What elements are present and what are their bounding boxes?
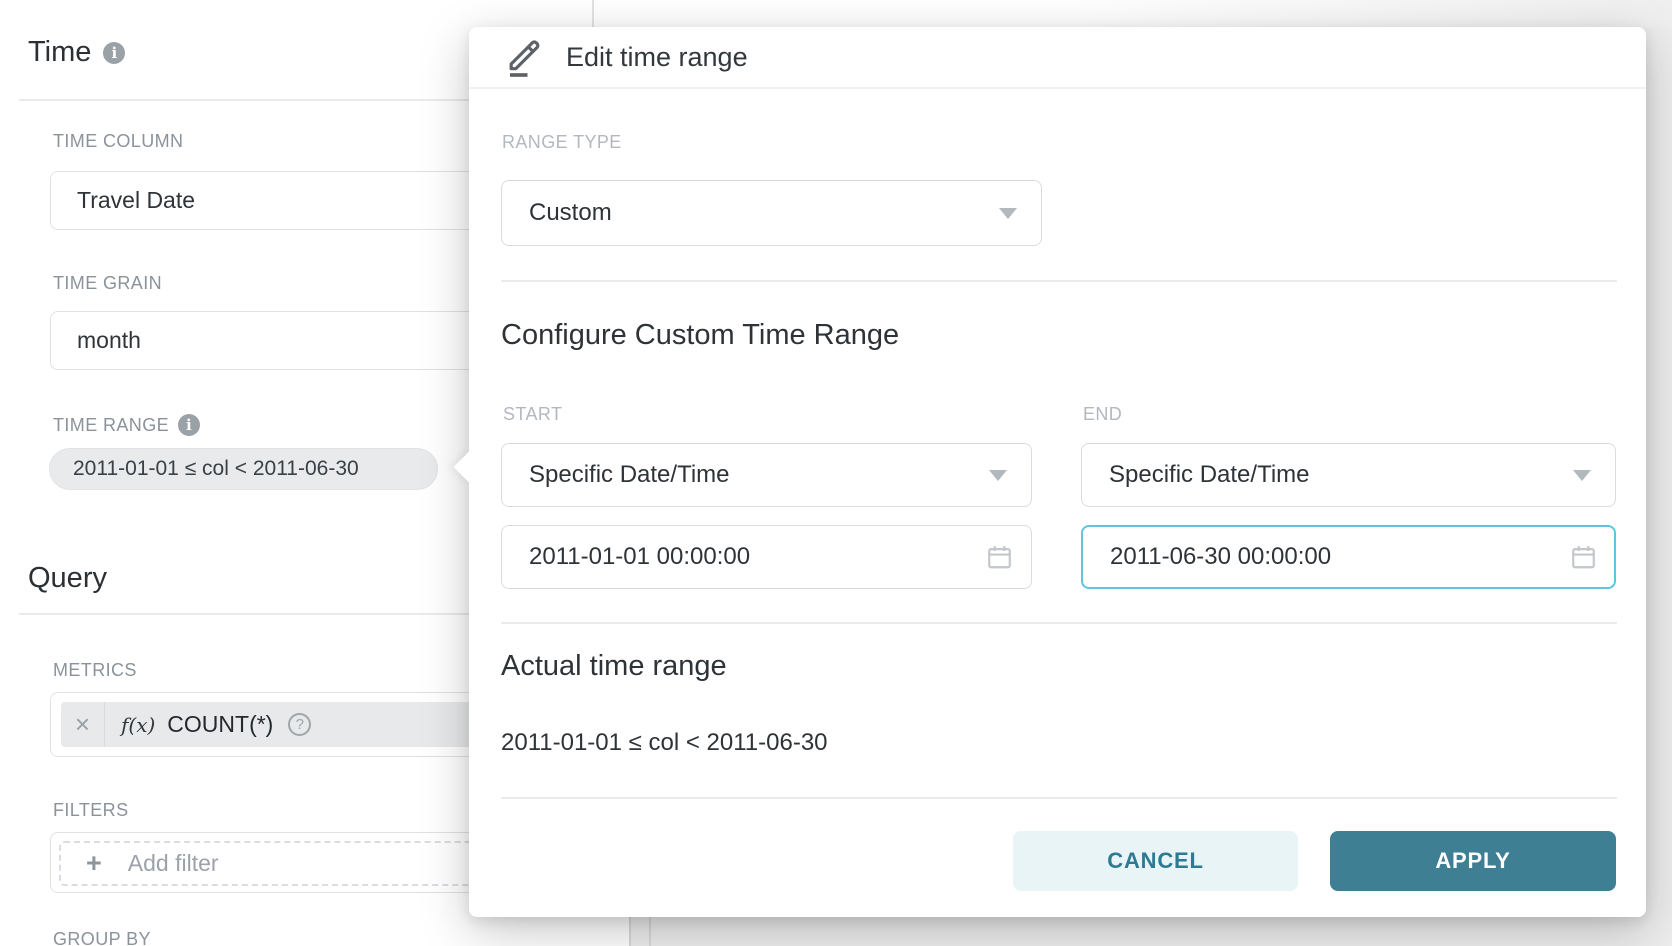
actual-time-range-value: 2011-01-01 ≤ col < 2011-06-30 <box>501 729 828 757</box>
query-section-title: Query <box>28 562 107 595</box>
edit-pencil-icon <box>502 36 542 78</box>
cancel-button[interactable]: CANCEL <box>1013 831 1298 891</box>
panel-separator-bottom-left <box>629 917 631 946</box>
plus-icon: + <box>86 848 102 879</box>
query-section-label: Query <box>28 562 107 595</box>
group-by-label: GROUP BY <box>53 929 151 946</box>
chevron-down-icon <box>1573 470 1591 481</box>
range-type-label: RANGE TYPE <box>502 132 622 153</box>
modal-footer-divider <box>501 797 1617 799</box>
modal-title: Edit time range <box>566 42 748 73</box>
end-type-select[interactable]: Specific Date/Time <box>1081 443 1616 507</box>
start-label: START <box>503 404 562 425</box>
time-grain-label: TIME GRAIN <box>53 273 162 294</box>
time-section-title: Time i <box>28 36 125 69</box>
panel-separator-bottom-right <box>649 917 651 946</box>
range-type-value: Custom <box>529 199 612 227</box>
chevron-down-icon <box>999 208 1017 219</box>
end-type-value: Specific Date/Time <box>1109 461 1310 489</box>
time-grain-value: month <box>77 327 141 354</box>
configure-heading: Configure Custom Time Range <box>501 319 899 352</box>
start-type-select[interactable]: Specific Date/Time <box>501 443 1032 507</box>
time-range-pill-value: 2011-01-01 ≤ col < 2011-06-30 <box>73 457 359 481</box>
function-icon: f(x) <box>121 713 155 737</box>
apply-button[interactable]: APPLY <box>1330 831 1616 891</box>
edit-time-range-modal: Edit time range RANGE TYPE Custom Config… <box>469 27 1646 917</box>
chevron-down-icon <box>989 470 1007 481</box>
time-range-label: TIME RANGE i <box>53 414 200 436</box>
modal-section-divider <box>501 622 1617 624</box>
time-column-value: Travel Date <box>77 187 195 214</box>
filters-label: FILTERS <box>53 800 128 821</box>
info-icon[interactable]: i <box>178 414 200 436</box>
range-type-select[interactable]: Custom <box>501 180 1042 246</box>
end-label: END <box>1083 404 1122 425</box>
start-type-value: Specific Date/Time <box>529 461 730 489</box>
remove-metric-icon[interactable]: × <box>61 702 105 747</box>
page-background-top <box>592 0 1672 27</box>
metrics-label: METRICS <box>53 660 137 681</box>
add-filter-label: Add filter <box>128 850 219 877</box>
time-section-label: Time <box>28 36 91 69</box>
start-datetime-input[interactable] <box>501 525 1032 589</box>
time-range-label-text: TIME RANGE <box>53 415 169 436</box>
actual-time-range-heading: Actual time range <box>501 650 727 683</box>
end-datetime-input[interactable] <box>1081 525 1616 589</box>
panel-separator <box>592 0 594 27</box>
metric-name: COUNT(*) <box>167 711 273 738</box>
time-range-pill[interactable]: 2011-01-01 ≤ col < 2011-06-30 <box>49 448 438 490</box>
info-icon[interactable]: i <box>103 42 125 64</box>
time-column-label: TIME COLUMN <box>53 131 183 152</box>
modal-section-divider <box>501 280 1617 282</box>
question-icon[interactable]: ? <box>288 713 311 736</box>
modal-header: Edit time range <box>469 27 1646 89</box>
